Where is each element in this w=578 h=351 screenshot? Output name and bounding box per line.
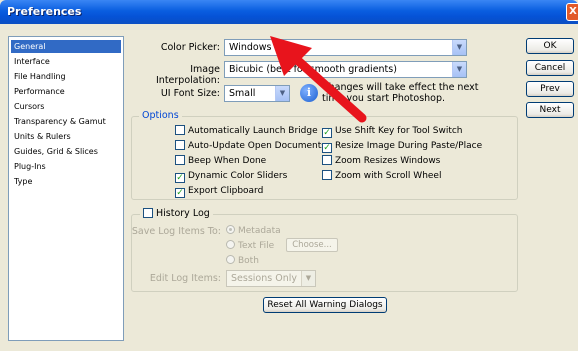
checkbox-zoom-resizes[interactable]: Zoom Resizes Windows bbox=[322, 155, 440, 167]
checkbox-export-clipboard[interactable]: ✓ Export Clipboard bbox=[175, 185, 264, 198]
prev-button[interactable]: Prev bbox=[526, 81, 574, 97]
radio-label: Both bbox=[238, 256, 259, 266]
checkmark-icon[interactable]: ✓ bbox=[322, 143, 332, 153]
ui-font-size-label: UI Font Size: bbox=[160, 88, 220, 99]
history-log-toggle[interactable]: History Log bbox=[140, 208, 213, 219]
sidebar-item-general[interactable]: General bbox=[11, 40, 121, 53]
checkbox-dynamic-sliders[interactable]: ✓ Dynamic Color Sliders bbox=[175, 170, 288, 183]
radio-label: Text File bbox=[238, 241, 275, 251]
sidebar-item-transparency-gamut[interactable]: Transparency & Gamut bbox=[11, 115, 121, 128]
chevron-down-icon: ▼ bbox=[452, 40, 466, 55]
sidebar-item-type[interactable]: Type bbox=[11, 175, 121, 188]
chevron-down-icon: ▼ bbox=[301, 271, 315, 286]
checkbox-label: Beep When Done bbox=[188, 156, 267, 166]
restart-note-line2: time you start Photoshop. bbox=[322, 93, 446, 104]
radio-icon[interactable] bbox=[226, 225, 235, 234]
color-picker-select[interactable]: Windows ▼ bbox=[224, 39, 467, 56]
sidebar-item-performance[interactable]: Performance bbox=[11, 85, 121, 98]
options-group-title: Options bbox=[139, 110, 182, 121]
ui-font-size-select[interactable]: Small ▼ bbox=[224, 85, 290, 102]
edit-log-select[interactable]: Sessions Only ▼ bbox=[226, 270, 316, 287]
choose-button[interactable]: Choose... bbox=[286, 238, 338, 252]
edit-log-label: Edit Log Items: bbox=[149, 273, 221, 284]
image-interpolation-select[interactable]: Bicubic (best for smooth gradients) ▼ bbox=[224, 61, 467, 78]
image-interpolation-value: Bicubic (best for smooth gradients) bbox=[229, 64, 397, 75]
edit-log-value: Sessions Only bbox=[231, 273, 297, 284]
title-bar: Preferences X bbox=[0, 0, 578, 24]
sidebar-item-guides-grid-slices[interactable]: Guides, Grid & Slices bbox=[11, 145, 121, 158]
next-button[interactable]: Next bbox=[526, 102, 574, 118]
history-log-title: History Log bbox=[156, 208, 210, 219]
preferences-sidebar: General Interface File Handling Performa… bbox=[8, 36, 124, 341]
checkbox-label: Automatically Launch Bridge bbox=[188, 126, 318, 136]
restart-note-line1: Changes will take effect the next bbox=[322, 82, 479, 93]
checkbox-beep[interactable]: Beep When Done bbox=[175, 155, 266, 167]
sidebar-item-plug-ins[interactable]: Plug-Ins bbox=[11, 160, 121, 173]
checkbox-box[interactable] bbox=[175, 140, 185, 150]
checkbox-label: Auto-Update Open Documents bbox=[188, 141, 326, 151]
close-button[interactable]: X bbox=[566, 3, 578, 21]
radio-icon[interactable] bbox=[226, 255, 235, 264]
checkbox-label: Zoom Resizes Windows bbox=[335, 156, 441, 166]
close-icon: X bbox=[569, 6, 577, 17]
sidebar-item-units-rulers[interactable]: Units & Rulers bbox=[11, 130, 121, 143]
checkbox-label: Zoom with Scroll Wheel bbox=[335, 171, 442, 181]
image-interpolation-label: Image Interpolation: bbox=[156, 64, 220, 86]
checkbox-zoom-scroll[interactable]: Zoom with Scroll Wheel bbox=[322, 170, 441, 182]
ui-font-size-value: Small bbox=[229, 88, 256, 99]
checkmark-icon[interactable]: ✓ bbox=[175, 188, 185, 198]
reset-warning-dialogs-button[interactable]: Reset All Warning Dialogs bbox=[263, 297, 387, 313]
checkbox-box[interactable] bbox=[143, 208, 153, 218]
sidebar-item-file-handling[interactable]: File Handling bbox=[11, 70, 121, 83]
checkbox-launch-bridge[interactable]: Automatically Launch Bridge bbox=[175, 125, 318, 137]
checkbox-resize-paste[interactable]: ✓ Resize Image During Paste/Place bbox=[322, 140, 483, 153]
cancel-button[interactable]: Cancel bbox=[526, 60, 574, 76]
checkbox-label: Export Clipboard bbox=[188, 186, 264, 196]
checkbox-label: Dynamic Color Sliders bbox=[188, 171, 288, 181]
chevron-down-icon: ▼ bbox=[452, 62, 466, 77]
window-title: Preferences bbox=[7, 5, 82, 18]
checkbox-auto-update[interactable]: Auto-Update Open Documents bbox=[175, 140, 326, 152]
radio-text-file[interactable]: Text File bbox=[226, 240, 274, 252]
checkbox-box[interactable] bbox=[322, 155, 332, 165]
sidebar-item-interface[interactable]: Interface bbox=[11, 55, 121, 68]
chevron-down-icon: ▼ bbox=[275, 86, 289, 101]
checkbox-label: Use Shift Key for Tool Switch bbox=[335, 126, 463, 136]
radio-both[interactable]: Both bbox=[226, 255, 259, 267]
checkmark-icon[interactable]: ✓ bbox=[322, 128, 332, 138]
radio-metadata[interactable]: Metadata bbox=[226, 225, 281, 237]
radio-label: Metadata bbox=[238, 226, 281, 236]
sidebar-item-cursors[interactable]: Cursors bbox=[11, 100, 121, 113]
checkbox-box[interactable] bbox=[322, 170, 332, 180]
checkmark-icon[interactable]: ✓ bbox=[175, 173, 185, 183]
checkbox-label: Resize Image During Paste/Place bbox=[335, 141, 483, 151]
info-icon: i bbox=[300, 84, 318, 102]
radio-icon[interactable] bbox=[226, 240, 235, 249]
color-picker-value: Windows bbox=[229, 42, 272, 53]
color-picker-label: Color Picker: bbox=[160, 42, 220, 53]
save-log-label: Save Log Items To: bbox=[131, 226, 221, 237]
checkbox-box[interactable] bbox=[175, 125, 185, 135]
ok-button[interactable]: OK bbox=[526, 38, 574, 54]
restart-note: Changes will take effect the next time y… bbox=[322, 82, 478, 104]
checkbox-box[interactable] bbox=[175, 155, 185, 165]
checkbox-shift-key[interactable]: ✓ Use Shift Key for Tool Switch bbox=[322, 125, 463, 138]
